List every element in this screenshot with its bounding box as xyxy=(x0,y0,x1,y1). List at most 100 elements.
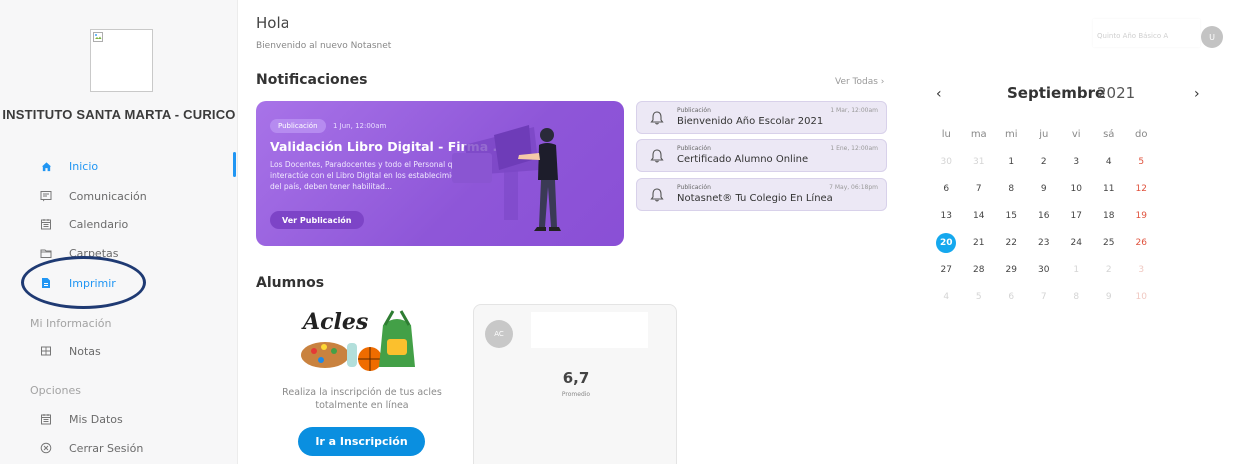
calendar-day-number: 3 xyxy=(1073,156,1080,167)
calendar-day-number: 29 xyxy=(1005,264,1017,275)
calendar-weekday: mi xyxy=(1004,129,1018,140)
see-all-link[interactable]: Ver Todas › xyxy=(835,77,884,87)
calendar-day-number: 6 xyxy=(1008,291,1015,302)
sidebar-item-comunicacion[interactable]: Comunicación xyxy=(40,186,147,206)
calendar-day[interactable]: 2 xyxy=(1028,148,1061,175)
calendar-day[interactable]: 26 xyxy=(1125,229,1158,256)
sidebar-item-cerrar-sesion[interactable]: Cerrar Sesión xyxy=(40,438,143,458)
calendar-day[interactable]: 7 xyxy=(963,175,996,202)
calendar-day[interactable]: 9 xyxy=(1093,283,1126,310)
calendar-day[interactable]: 25 xyxy=(1093,229,1126,256)
calendar-day[interactable]: 22 xyxy=(995,229,1028,256)
calendar-day[interactable]: 30 xyxy=(1028,256,1061,283)
print-file-icon xyxy=(40,277,52,289)
featured-publication-card[interactable]: Publicación 1 Jun, 12:00am Validación Li… xyxy=(256,101,624,246)
sidebar-item-mis-datos[interactable]: Mis Datos xyxy=(40,409,123,429)
calendar-day[interactable]: 6 xyxy=(995,283,1028,310)
notification-item[interactable]: Publicación 1 Mar, 12:00am Bienvenido Añ… xyxy=(636,101,887,134)
sidebar-item-notas[interactable]: Notas xyxy=(40,341,101,361)
calendar-day[interactable]: 18 xyxy=(1093,202,1126,229)
sidebar-item-calendario[interactable]: Calendario xyxy=(40,214,128,234)
calendar-day-today[interactable]: 20 xyxy=(930,229,963,256)
calendar-icon xyxy=(40,218,52,230)
view-publication-button[interactable]: Ver Publicación xyxy=(270,211,364,229)
bell-icon xyxy=(650,111,664,125)
calendar-day[interactable]: 29 xyxy=(995,256,1028,283)
calendar-week-row: 6 7 8 9 10 11 12 xyxy=(930,175,1228,202)
calendar-day[interactable]: 10 xyxy=(1060,175,1093,202)
notification-item[interactable]: Publicación 7 May, 06:18pm Notasnet® Tu … xyxy=(636,178,887,211)
calendar-day[interactable]: 15 xyxy=(995,202,1028,229)
calendar-day[interactable]: 24 xyxy=(1060,229,1093,256)
enroll-button[interactable]: Ir a Inscripción xyxy=(298,427,425,456)
calendar-day-number: 3 xyxy=(1138,264,1145,275)
calendar-day[interactable]: 16 xyxy=(1028,202,1061,229)
calendar-day[interactable]: 11 xyxy=(1093,175,1126,202)
calendar-day[interactable]: 1 xyxy=(1060,256,1093,283)
calendar-next-button[interactable]: › xyxy=(1194,86,1200,102)
student-card[interactable]: AC 6,7 Promedio xyxy=(473,304,677,464)
calendar-day[interactable]: 10 xyxy=(1125,283,1158,310)
sidebar-item-imprimir[interactable]: Imprimir xyxy=(40,273,116,293)
calendar-day-number: 20 xyxy=(936,232,957,253)
sidebar-item-label: Calendario xyxy=(69,217,129,231)
calendar-day[interactable]: 5 xyxy=(963,283,996,310)
calendar-day[interactable]: 8 xyxy=(995,175,1028,202)
calendar-day-number: 14 xyxy=(973,210,985,221)
student-avatar: AC xyxy=(485,320,513,348)
calendar-day[interactable]: 6 xyxy=(930,175,963,202)
calendar-day[interactable]: 31 xyxy=(963,148,996,175)
calendar-day[interactable]: 17 xyxy=(1060,202,1093,229)
calendar-day[interactable]: 12 xyxy=(1125,175,1158,202)
calendar-day[interactable]: 23 xyxy=(1028,229,1061,256)
sidebar-item-label: Mis Datos xyxy=(69,412,123,426)
sidebar-item-inicio[interactable]: Inicio xyxy=(40,156,98,176)
notification-date: 7 May, 06:18pm xyxy=(829,184,878,191)
calendar-day[interactable]: 3 xyxy=(1125,256,1158,283)
svg-text:Acles: Acles xyxy=(301,309,368,335)
calendar-week-row: 13 14 15 16 17 18 19 xyxy=(930,202,1228,229)
student-average-label: Promedio xyxy=(561,391,591,398)
calendar-day-number: 30 xyxy=(1038,264,1050,275)
calendar-day[interactable]: 19 xyxy=(1125,202,1158,229)
calendar-day[interactable]: 14 xyxy=(963,202,996,229)
featured-date: 1 Jun, 12:00am xyxy=(333,122,387,130)
calendar-day-number: 18 xyxy=(1103,210,1115,221)
calendar-day-number: 2 xyxy=(1105,264,1112,275)
calendar-day[interactable]: 4 xyxy=(1093,148,1126,175)
calendar-icon xyxy=(40,413,52,425)
calendar-day-number: 31 xyxy=(973,156,985,167)
calendar-day-number: 30 xyxy=(940,156,952,167)
calendar-day-number: 19 xyxy=(1135,210,1147,221)
calendar-day[interactable]: 5 xyxy=(1125,148,1158,175)
calendar-day[interactable]: 21 xyxy=(963,229,996,256)
calendar-year: 2021 xyxy=(1097,84,1136,102)
close-circle-icon xyxy=(40,442,52,454)
calendar-prev-button[interactable]: ‹ xyxy=(936,86,942,102)
section-label-opciones: Opciones xyxy=(30,384,81,397)
sidebar-item-carpetas[interactable]: Carpetas xyxy=(40,243,118,263)
calendar-day-number: 28 xyxy=(973,264,985,275)
broken-image-icon xyxy=(93,32,103,42)
calendar-day[interactable]: 30 xyxy=(930,148,963,175)
calendar-day[interactable]: 4 xyxy=(930,283,963,310)
user-avatar[interactable]: U xyxy=(1201,26,1223,48)
calendar-day[interactable]: 28 xyxy=(963,256,996,283)
calendar-day-number: 22 xyxy=(1005,237,1017,248)
calendar-day[interactable]: 27 xyxy=(930,256,963,283)
calendar-week-row: 4 5 6 7 8 9 10 xyxy=(930,283,1228,310)
acles-description: Realiza la inscripción de tus acles tota… xyxy=(282,387,442,411)
calendar-day[interactable]: 1 xyxy=(995,148,1028,175)
calendar-day[interactable]: 7 xyxy=(1028,283,1061,310)
calendar-day-number: 8 xyxy=(1073,291,1080,302)
calendar-day[interactable]: 13 xyxy=(930,202,963,229)
calendar-week-row: 27 28 29 30 1 2 3 xyxy=(930,256,1228,283)
calendar-day[interactable]: 2 xyxy=(1093,256,1126,283)
calendar-day-number: 23 xyxy=(1038,237,1050,248)
calendar-day[interactable]: 3 xyxy=(1060,148,1093,175)
calendar-day-number: 15 xyxy=(1005,210,1017,221)
featured-category-badge: Publicación xyxy=(270,119,326,133)
notification-item[interactable]: Publicación 1 Ene, 12:00am Certificado A… xyxy=(636,139,887,172)
calendar-day[interactable]: 9 xyxy=(1028,175,1061,202)
calendar-day[interactable]: 8 xyxy=(1060,283,1093,310)
